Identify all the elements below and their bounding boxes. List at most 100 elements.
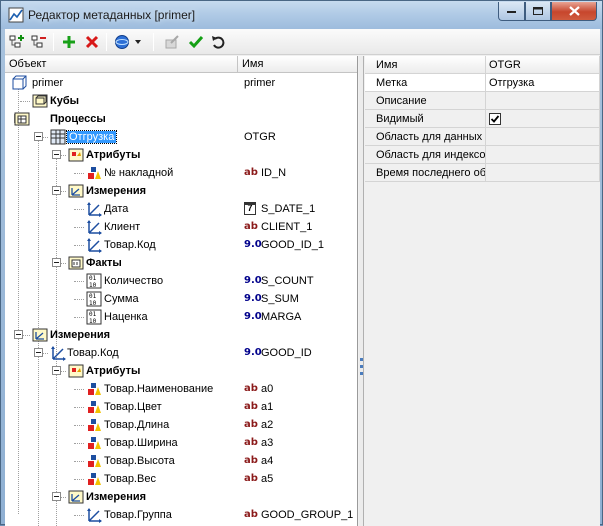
minimize-button[interactable] xyxy=(498,2,525,21)
tree-guide-line xyxy=(74,281,84,282)
property-row[interactable]: Метка Отгрузка xyxy=(365,74,600,92)
tree-row[interactable]: Товар.Длина ab a2 xyxy=(5,416,357,434)
property-name: Видимый xyxy=(365,110,486,128)
splitter-grip xyxy=(360,372,363,375)
tree-row[interactable]: Товар.Высота ab a4 xyxy=(5,452,357,470)
tree-guide-line xyxy=(74,425,84,426)
tree-item-label: Измерения xyxy=(86,491,147,503)
tree-row[interactable]: 01 10 Сумма 9.0 S_SUM xyxy=(5,290,357,308)
property-row[interactable]: Описание xyxy=(365,92,600,110)
data-type-badge: ab xyxy=(244,473,258,484)
tree-row[interactable]: primer primer xyxy=(5,74,357,92)
tree-row[interactable]: Товар.Код 9.0 GOOD_ID_1 xyxy=(5,236,357,254)
data-type-badge: ab xyxy=(244,221,258,232)
tree-row[interactable]: Товар.Вес ab a5 xyxy=(5,470,357,488)
tree-row[interactable]: 01 10 Наценка 9.0 MARGA xyxy=(5,308,357,326)
apply-check-icon xyxy=(188,36,204,49)
globe-dropdown-icon xyxy=(115,35,141,49)
svg-text:10: 10 xyxy=(89,282,97,289)
tree-item-code: CLIENT_1 xyxy=(261,221,313,233)
properties-header: Имя OTGR xyxy=(365,56,600,74)
tree-row[interactable]: Товар.Наименование ab a0 xyxy=(5,380,357,398)
edit-button[interactable] xyxy=(162,32,182,52)
tree-row[interactable]: Измерения xyxy=(5,326,357,344)
tree-row[interactable]: Атрибуты xyxy=(5,362,357,380)
data-type-badge: ab xyxy=(244,509,258,520)
tree-guide-line xyxy=(74,299,84,300)
property-value[interactable] xyxy=(486,110,600,128)
fact-icon: 0110 xyxy=(86,291,102,307)
object-tree[interactable]: Объект Имя primer primer Кубы Процессы Отгру… xyxy=(5,56,358,526)
folder-dimensions-icon xyxy=(32,328,48,342)
remove-tree-node-icon xyxy=(31,35,46,48)
metadata-editor-window: Редактор метаданных [primer] Объект Имя … xyxy=(0,0,603,526)
property-value[interactable] xyxy=(486,92,600,110)
delete-button[interactable] xyxy=(82,32,102,52)
add-button[interactable] xyxy=(59,32,79,52)
fact-icon: 0110 xyxy=(86,309,102,325)
title-bar[interactable]: Редактор метаданных [primer] xyxy=(1,1,602,29)
max-icon xyxy=(532,6,543,15)
data-type-badge: 9.0 xyxy=(244,311,262,322)
property-value[interactable] xyxy=(486,164,600,182)
tree-row[interactable]: № накладной ab ID_N xyxy=(5,164,357,182)
collapse-toggle-icon[interactable] xyxy=(34,348,43,357)
property-value[interactable] xyxy=(486,146,600,164)
tree-item-code: S_SUM xyxy=(261,293,299,305)
globe-dropdown-button[interactable] xyxy=(113,32,145,52)
prop-header-name[interactable]: Имя xyxy=(365,56,486,74)
properties-panel: Имя OTGR Метка Отгрузка Описание Видимый Обл… xyxy=(365,56,600,526)
tree-row[interactable]: Измерения xyxy=(5,488,357,506)
tree-row[interactable]: Товар.Группа ab GOOD_GROUP_1 xyxy=(5,506,357,524)
prop-header-value[interactable]: OTGR xyxy=(486,56,600,74)
tree-guide-line xyxy=(74,389,84,390)
close-button[interactable] xyxy=(551,2,597,21)
tree-guide-line xyxy=(74,461,84,462)
maximize-button[interactable] xyxy=(525,2,551,21)
property-value[interactable] xyxy=(486,128,600,146)
column-header-name[interactable]: Имя xyxy=(238,56,357,73)
tree-item-label: Количество xyxy=(104,275,164,287)
tree-row[interactable]: Измерения xyxy=(5,182,357,200)
column-header-object[interactable]: Объект xyxy=(5,56,238,73)
collapse-toggle-icon[interactable] xyxy=(52,366,61,375)
tree-row[interactable]: Атрибуты xyxy=(5,146,357,164)
collapse-toggle-icon[interactable] xyxy=(34,132,43,141)
svg-text:01: 01 xyxy=(89,275,97,282)
add-tree-node-icon xyxy=(9,35,24,48)
tree-row[interactable]: Клиент ab CLIENT_1 xyxy=(5,218,357,236)
property-value[interactable]: Отгрузка xyxy=(486,74,600,92)
undo-button[interactable] xyxy=(208,32,228,52)
close-icon xyxy=(568,6,580,16)
apply-button[interactable] xyxy=(186,32,206,52)
property-row[interactable]: Видимый xyxy=(365,110,600,128)
collapse-toggle-icon[interactable] xyxy=(52,186,61,195)
collapse-toggle-icon[interactable] xyxy=(52,492,61,501)
remove-tree-node-button[interactable] xyxy=(29,32,49,52)
checkbox-checked-icon[interactable] xyxy=(489,113,501,125)
property-row[interactable]: Область для индексо xyxy=(365,146,600,164)
tree-row[interactable]: Факты xyxy=(5,254,357,272)
tree-row[interactable]: Товар.Ширина ab a3 xyxy=(5,434,357,452)
tree-row[interactable]: 01 10 Количество 9.0 S_COUNT xyxy=(5,272,357,290)
tree-row[interactable]: Отгрузка OTGR xyxy=(5,128,357,146)
property-row[interactable]: Время последнего об xyxy=(365,164,600,182)
panel-splitter[interactable] xyxy=(359,56,364,526)
tree-row[interactable]: Товар.Цвет ab a1 xyxy=(5,398,357,416)
tree-row[interactable]: Дата 7 S_DATE_1 xyxy=(5,200,357,218)
property-row[interactable]: Область для данных xyxy=(365,128,600,146)
tree-item-label: Товар.Высота xyxy=(104,455,175,467)
collapse-toggle-icon[interactable] xyxy=(14,330,23,339)
collapse-toggle-icon[interactable] xyxy=(52,150,61,159)
tree-row[interactable]: Товар.Код 9.0 GOOD_ID xyxy=(5,344,357,362)
add-tree-node-button[interactable] xyxy=(7,32,27,52)
toolbar-separator xyxy=(53,33,54,51)
tree-item-code: S_COUNT xyxy=(261,275,314,287)
tree-row[interactable]: Процессы xyxy=(5,110,357,128)
tree-item-code: a1 xyxy=(261,401,274,413)
tree-row[interactable]: Кубы xyxy=(5,92,357,110)
tree-item-label: Измерения xyxy=(50,329,111,341)
tree-item-label: Товар.Вес xyxy=(104,473,156,485)
collapse-toggle-icon[interactable] xyxy=(52,258,61,267)
svg-text:10: 10 xyxy=(89,318,97,325)
